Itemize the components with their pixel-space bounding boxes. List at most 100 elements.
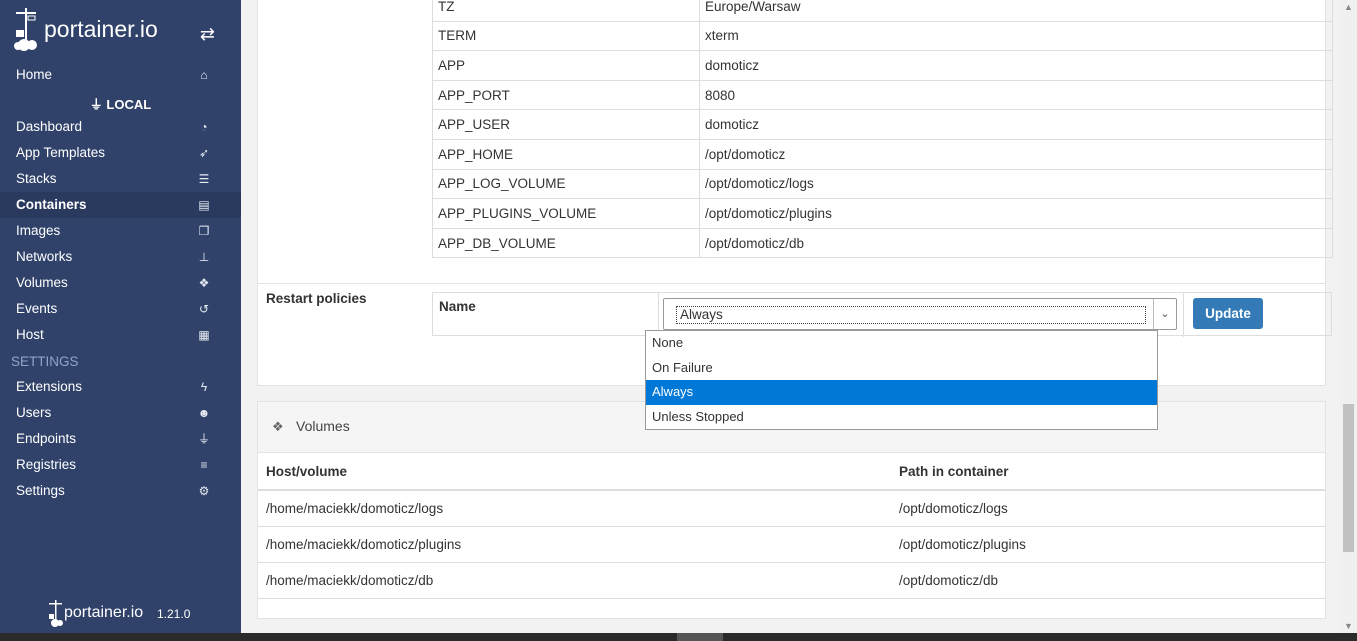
sidebar-item-label: Images	[16, 223, 61, 238]
option-none[interactable]: None	[646, 331, 1157, 356]
option-always[interactable]: Always	[646, 380, 1157, 405]
cubes-icon: ❖	[272, 419, 284, 434]
history-icon: ↺	[198, 302, 210, 316]
table-row: /home/maciekk/domoticz/logs/opt/domoticz…	[258, 490, 1325, 527]
sidebar-item-images[interactable]: Images ❐	[0, 218, 241, 244]
env-value: domoticz	[699, 50, 1333, 81]
sidebar-item-containers[interactable]: Containers ▤	[0, 192, 241, 218]
table-row: APP_DB_VOLUME/opt/domoticz/db	[432, 227, 1333, 259]
sidebar-item-stacks[interactable]: Stacks ☰	[0, 166, 241, 192]
volume-host: /home/maciekk/domoticz/db	[258, 562, 891, 599]
portainer-logo[interactable]: portainer.io ⇄	[14, 8, 229, 54]
env-value: /opt/domoticz/plugins	[699, 198, 1333, 229]
sidebar-item-label: Registries	[16, 457, 77, 472]
restart-policy-options: None On Failure Always Unless Stopped	[645, 330, 1158, 430]
endpoint-local: ⏚ LOCAL	[0, 94, 241, 113]
env-key: APP	[432, 50, 700, 81]
bolt-icon: ϟ	[200, 380, 208, 394]
volume-path: /opt/domoticz/db	[891, 562, 1325, 599]
rocket-icon: ➶	[198, 146, 210, 160]
env-key: TZ	[432, 0, 700, 22]
env-value: domoticz	[699, 109, 1333, 140]
update-button[interactable]: Update	[1193, 298, 1263, 329]
endpoint-label: LOCAL	[106, 97, 152, 112]
cubes-icon: ❖	[198, 276, 210, 290]
portainer-crane-icon	[14, 8, 37, 51]
users-icon: ☻	[197, 406, 211, 420]
select-value: Always	[676, 306, 1146, 324]
policy-name-label: Name	[439, 299, 476, 314]
brand-name: portainer.io	[44, 16, 158, 42]
env-value: /opt/domoticz/logs	[699, 168, 1333, 200]
container-details-panel: TZ Europe/Warsaw TERM xterm APP domoticz AP…	[257, 0, 1333, 386]
sidebar-item-dashboard[interactable]: Dashboard ◔	[0, 114, 241, 140]
env-value: Europe/Warsaw	[699, 0, 1333, 22]
scrollbar-thumb[interactable]	[1343, 404, 1354, 552]
column-header-host: Host/volume	[258, 453, 891, 491]
tachometer-icon: ◔	[200, 120, 208, 134]
sidebar-item-endpoints[interactable]: Endpoints ⏚	[0, 426, 241, 452]
sidebar-item-app-templates[interactable]: App Templates ➶	[0, 140, 241, 166]
env-key: TERM	[432, 20, 700, 52]
sidebar-item-networks[interactable]: Networks ⊥	[0, 244, 241, 270]
sidebar: portainer.io ⇄ Home ⌂ ⏚ LOCAL Dashboard …	[0, 0, 241, 641]
table-row: /home/maciekk/domoticz/plugins/opt/domot…	[258, 526, 1325, 563]
volume-path: /opt/domoticz/logs	[891, 490, 1325, 527]
volume-host: /home/maciekk/domoticz/plugins	[258, 526, 891, 563]
sidebar-item-host[interactable]: Host ▦	[0, 322, 241, 348]
table-row: APP domoticz	[432, 50, 1333, 81]
sidebar-item-label: Host	[16, 327, 44, 342]
option-unless-stopped[interactable]: Unless Stopped	[646, 405, 1157, 430]
vertical-scrollbar[interactable]: ▲ ▼	[1340, 0, 1357, 633]
table-row: APP_LOG_VOLUME/opt/domoticz/logs	[432, 168, 1333, 200]
footer-brand: portainer.io	[64, 604, 144, 621]
restart-policy-select[interactable]: Always ⌄	[663, 298, 1177, 330]
sidebar-item-label: Events	[16, 301, 58, 316]
table-header-row: Host/volume Path in container	[258, 453, 1325, 491]
sidebar-item-label: App Templates	[16, 145, 106, 160]
table-row: APP_PORT 8080	[432, 79, 1333, 111]
env-key: APP_DB_VOLUME	[432, 227, 700, 259]
sidebar-item-label: Dashboard	[16, 119, 83, 134]
env-key: APP_USER	[432, 109, 700, 140]
scroll-up-icon[interactable]: ▲	[1340, 2, 1357, 12]
env-value: /opt/domoticz/db	[699, 227, 1333, 259]
chevron-down-icon[interactable]: ⌄	[1153, 299, 1176, 329]
sidebar-item-label: Extensions	[16, 379, 83, 394]
volume-path: /opt/domoticz/plugins	[891, 526, 1325, 563]
env-key: APP_PORT	[432, 79, 700, 111]
env-value: xterm	[699, 20, 1333, 52]
sidebar-item-events[interactable]: Events ↺	[0, 296, 241, 322]
sidebar-item-users[interactable]: Users ☻	[0, 400, 241, 426]
clone-icon: ❐	[198, 224, 210, 238]
horizontal-scrollbar[interactable]	[0, 633, 1357, 641]
home-icon: ⌂	[200, 68, 208, 82]
sidebar-item-settings[interactable]: Settings ⚙	[0, 478, 241, 504]
sidebar-item-volumes[interactable]: Volumes ❖	[0, 270, 241, 296]
cogs-icon: ⚙	[198, 484, 210, 498]
row-divider	[258, 283, 1325, 284]
table-row: APP_USER domoticz	[432, 109, 1333, 140]
sidebar-item-registries[interactable]: Registries ≡	[0, 452, 241, 478]
sidebar-item-label: Users	[16, 405, 52, 420]
volumes-title: Volumes	[296, 418, 350, 434]
column-divider	[1183, 293, 1184, 337]
env-key: APP_HOME	[432, 138, 700, 170]
scroll-down-icon[interactable]: ▼	[1340, 621, 1357, 631]
table-row: TERM xterm	[432, 20, 1333, 52]
th-list-icon: ☰	[198, 172, 210, 186]
sidebar-item-label: Stacks	[16, 171, 57, 186]
sidebar-item-extensions[interactable]: Extensions ϟ	[0, 374, 241, 400]
scrollbar-thumb[interactable]	[677, 633, 723, 641]
exchange-icon[interactable]: ⇄	[200, 24, 215, 45]
sitemap-icon: ⊥	[198, 250, 210, 264]
main-content: TZ Europe/Warsaw TERM xterm APP domoticz AP…	[241, 0, 1340, 633]
sidebar-item-label: Containers	[16, 197, 87, 212]
portainer-crane-icon	[49, 600, 63, 627]
env-value: /opt/domoticz	[699, 138, 1333, 170]
sidebar-item-home[interactable]: Home ⌂	[0, 62, 241, 88]
sidebar-item-label: Endpoints	[16, 431, 77, 446]
sidebar-item-label: Volumes	[16, 275, 68, 290]
option-on-failure[interactable]: On Failure	[646, 356, 1157, 381]
table-row: APP_HOME/opt/domoticz	[432, 138, 1333, 170]
